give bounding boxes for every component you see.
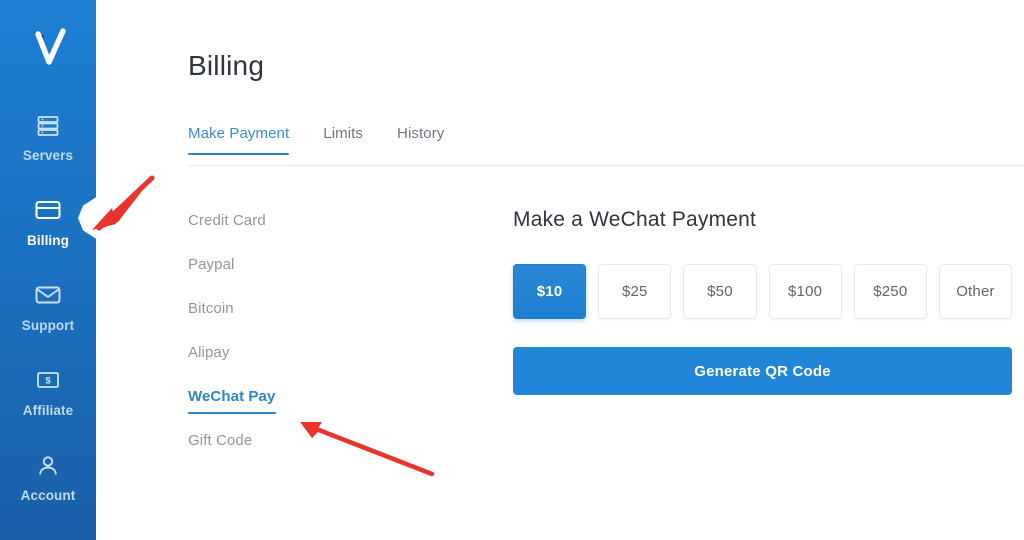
billing-content: Credit Card Paypal Bitcoin Alipay WeChat… bbox=[188, 208, 1024, 476]
main-content: Billing Make Payment Limits History Cred… bbox=[96, 0, 1024, 540]
app-logo[interactable] bbox=[0, 0, 96, 96]
page-title: Billing bbox=[188, 50, 265, 81]
payment-method-paypal[interactable]: Paypal bbox=[188, 256, 234, 273]
payment-method-list: Credit Card Paypal Bitcoin Alipay WeChat… bbox=[188, 208, 428, 476]
tab-make-payment[interactable]: Make Payment bbox=[188, 125, 290, 155]
billing-tabs: Make Payment Limits History bbox=[188, 125, 1024, 155]
sidebar-item-account[interactable]: Account bbox=[0, 436, 96, 521]
payment-method-gift-code[interactable]: Gift Code bbox=[188, 432, 252, 449]
sidebar-item-support[interactable]: Support bbox=[0, 266, 96, 351]
sidebar-item-affiliate[interactable]: $ Affiliate bbox=[0, 351, 96, 436]
payment-method-alipay[interactable]: Alipay bbox=[188, 344, 229, 361]
payment-method-wechat-pay[interactable]: WeChat Pay bbox=[188, 388, 277, 414]
amount-option-other[interactable]: Other bbox=[938, 264, 1013, 319]
sidebar-item-servers[interactable]: Servers bbox=[0, 96, 96, 181]
amount-options: $10 $25 $50 $100 $250 Other bbox=[513, 264, 1013, 319]
tab-history[interactable]: History bbox=[397, 125, 444, 155]
amount-option-10[interactable]: $10 bbox=[513, 264, 587, 319]
sidebar-item-label: Billing bbox=[27, 232, 69, 248]
amount-option-50[interactable]: $50 bbox=[683, 264, 757, 319]
amount-option-250[interactable]: $250 bbox=[853, 264, 927, 319]
panel-heading: Make a WeChat Payment bbox=[513, 208, 757, 231]
tab-limits[interactable]: Limits bbox=[323, 125, 363, 155]
amount-option-25[interactable]: $25 bbox=[598, 264, 672, 319]
money-bill-icon: $ bbox=[36, 370, 60, 394]
sidebar-item-label: Affiliate bbox=[22, 402, 74, 418]
envelope-icon bbox=[35, 285, 61, 309]
credit-card-icon bbox=[35, 200, 61, 224]
user-person-icon bbox=[37, 455, 59, 479]
sidebar-item-label: Account bbox=[20, 487, 76, 503]
primary-sidebar: Servers Billing Support $ Affiliate Acco… bbox=[0, 0, 96, 540]
svg-text:$: $ bbox=[45, 375, 51, 386]
tabs-divider bbox=[188, 165, 1024, 166]
billing-page: Servers Billing Support $ Affiliate Acco… bbox=[0, 0, 1024, 540]
server-rack-icon bbox=[36, 115, 60, 139]
generate-qr-code-button[interactable]: Generate QR Code bbox=[513, 347, 1012, 395]
amount-option-100[interactable]: $100 bbox=[768, 264, 842, 319]
payment-method-credit-card[interactable]: Credit Card bbox=[188, 212, 266, 229]
sidebar-item-label: Servers bbox=[22, 147, 74, 163]
sidebar-item-label: Support bbox=[21, 317, 75, 333]
wechat-payment-panel: Make a WeChat Payment $10 $25 $50 $100 $… bbox=[428, 208, 1024, 476]
payment-method-bitcoin[interactable]: Bitcoin bbox=[188, 300, 234, 317]
